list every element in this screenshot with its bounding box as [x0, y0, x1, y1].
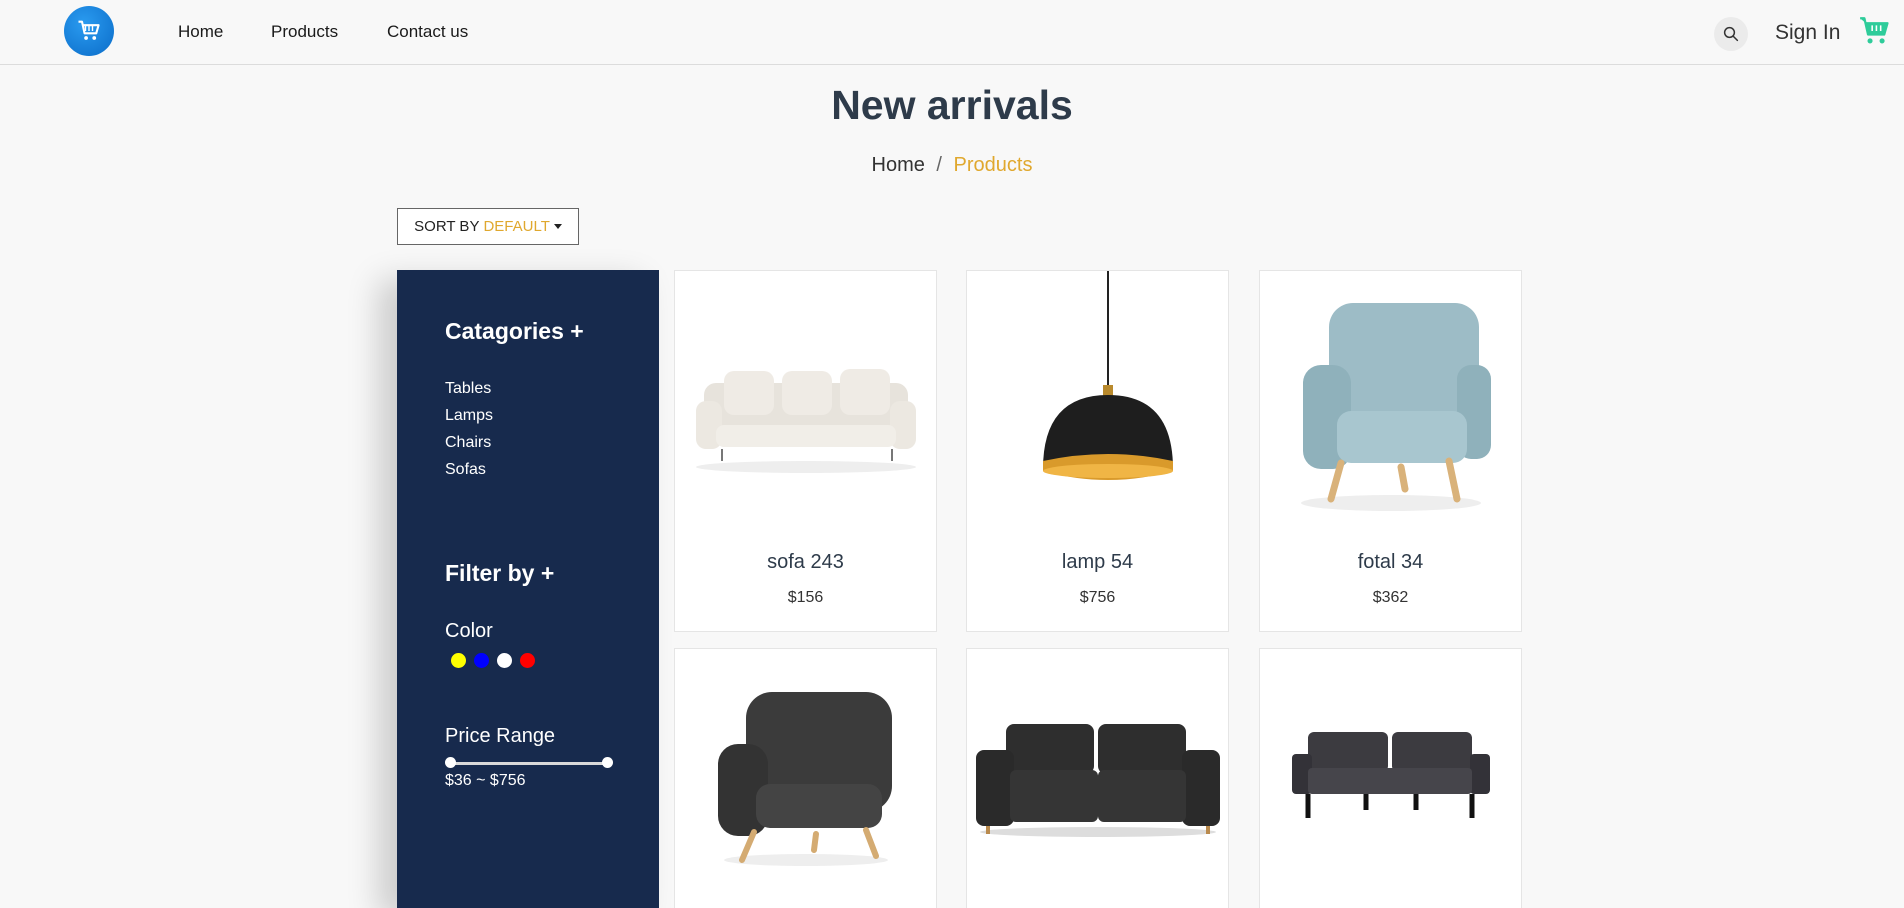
- cart-logo-icon: [78, 20, 100, 40]
- product-card-armchair-dark[interactable]: [674, 648, 937, 908]
- filter-sidebar: Catagories + Tables Lamps Chairs Sofas F…: [397, 270, 659, 908]
- sort-label: SORT BY: [414, 218, 480, 235]
- product-image-lamp: [967, 271, 1228, 531]
- nav-link-home[interactable]: Home: [178, 22, 223, 42]
- product-card-fotal-34[interactable]: fotal 34 $362: [1259, 270, 1522, 632]
- sort-value: DEFAULT: [483, 218, 550, 235]
- breadcrumb-home[interactable]: Home: [872, 154, 925, 176]
- category-sofas[interactable]: Sofas: [445, 461, 486, 479]
- search-icon: [1723, 26, 1739, 42]
- price-slider-max-handle[interactable]: [602, 757, 613, 768]
- product-name: lamp 54: [1061, 551, 1134, 573]
- product-image-sofa-dark: [967, 649, 1228, 908]
- color-label: Color: [445, 620, 493, 642]
- product-image-sofa: [675, 271, 936, 531]
- category-tables[interactable]: Tables: [445, 380, 491, 398]
- dark-armchair-icon: [717, 692, 892, 866]
- category-lamps[interactable]: Lamps: [445, 407, 493, 425]
- categories-heading[interactable]: Catagories +: [445, 318, 584, 345]
- product-image-armchair-blue: [1260, 271, 1521, 531]
- filter-heading[interactable]: Filter by +: [445, 560, 554, 587]
- sign-in-link[interactable]: Sign In: [1775, 21, 1840, 45]
- nav-link-contact[interactable]: Contact us: [387, 22, 468, 42]
- nav-link-products[interactable]: Products: [271, 22, 338, 42]
- product-card-sofa-gray[interactable]: [1259, 648, 1522, 908]
- white-sofa-icon: [695, 369, 916, 473]
- product-card-sofa-243[interactable]: sofa 243 $156: [674, 270, 937, 632]
- product-name: sofa 243: [767, 551, 844, 573]
- color-swatch-yellow[interactable]: [451, 653, 466, 668]
- price-range-value: $36 ~ $756: [445, 772, 526, 789]
- search-button[interactable]: [1714, 17, 1748, 51]
- price-slider-track[interactable]: [449, 762, 609, 765]
- sort-dropdown[interactable]: SORT BY DEFAULT: [397, 208, 579, 245]
- product-image-armchair-dark: [675, 649, 936, 908]
- category-chairs[interactable]: Chairs: [445, 434, 491, 452]
- caret-down-icon: [553, 224, 562, 229]
- logo-cart-icon[interactable]: [64, 6, 114, 56]
- color-swatch-red[interactable]: [520, 653, 535, 668]
- page-title: New arrivals: [831, 82, 1073, 128]
- gray-sofa-icon: [1291, 732, 1490, 818]
- product-price: $156: [787, 589, 824, 606]
- product-image-sofa-gray: [1260, 649, 1521, 908]
- product-name: fotal 34: [1357, 551, 1424, 573]
- navbar: Home Products Contact us Sign In: [0, 0, 1904, 65]
- price-slider-min-handle[interactable]: [445, 757, 456, 768]
- breadcrumb-separator: /: [936, 154, 942, 176]
- cart-icon: [1860, 17, 1889, 44]
- product-card-sofa-dark[interactable]: [966, 648, 1229, 908]
- pendant-lamp-icon: [1042, 271, 1173, 480]
- breadcrumb-current: Products: [953, 154, 1033, 176]
- product-card-lamp-54[interactable]: lamp 54 $756: [966, 270, 1229, 632]
- color-swatch-blue[interactable]: [474, 653, 489, 668]
- blue-armchair-icon: [1300, 303, 1491, 511]
- breadcrumb: Home / Products: [0, 154, 1904, 177]
- product-price: $756: [1079, 589, 1116, 606]
- color-swatch-white[interactable]: [497, 653, 512, 668]
- dark-sofa-icon: [975, 724, 1220, 837]
- cart-button[interactable]: [1858, 14, 1892, 48]
- price-range-label: Price Range: [445, 725, 556, 747]
- product-price: $362: [1372, 589, 1409, 606]
